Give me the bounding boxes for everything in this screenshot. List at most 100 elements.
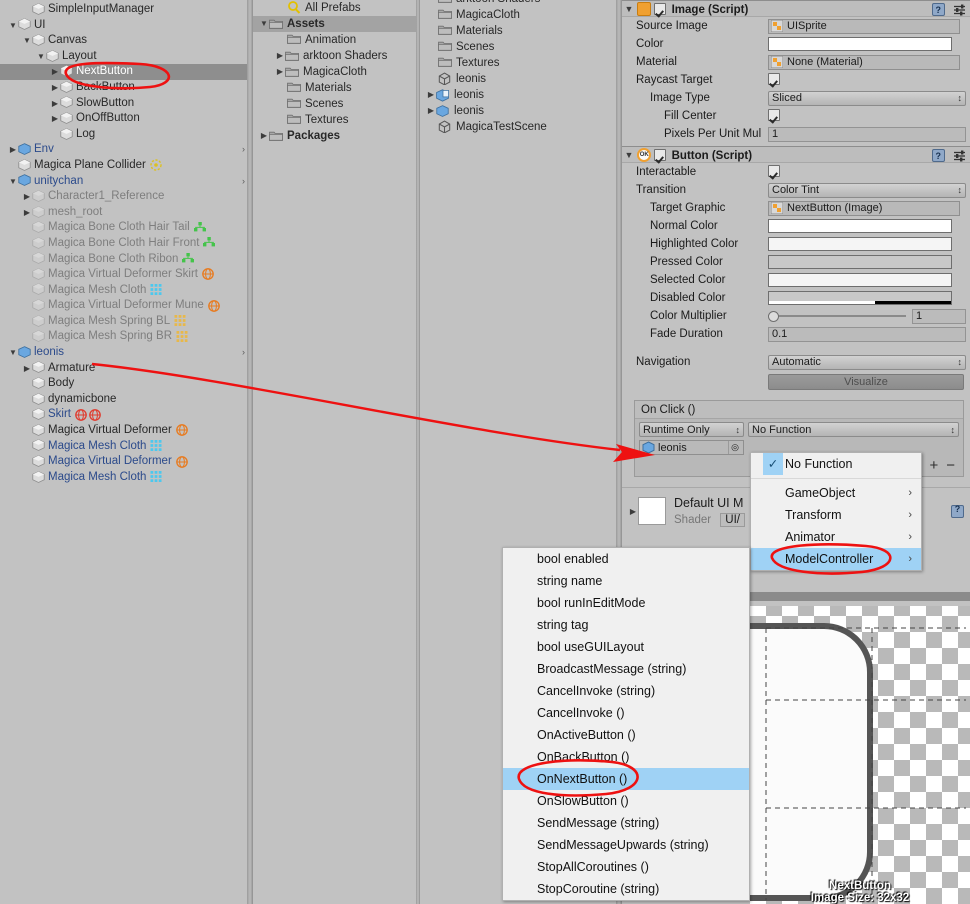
material-help-icon[interactable] (951, 504, 964, 518)
project-row[interactable]: ▶ Packages (253, 128, 416, 144)
field-text[interactable]: 0.1 (768, 326, 966, 342)
member-menu-item[interactable]: CancelInvoke (string) (503, 680, 749, 702)
project-tree-panel[interactable]: All Prefabs ▼ Assets Animation ▶ arktoon Shad… (253, 0, 416, 904)
member-menu-item[interactable]: OnBackButton () (503, 746, 749, 768)
inspector-field-row[interactable]: Navigation Automatic (622, 353, 970, 371)
member-menu-item[interactable]: StopCoroutine (string) (503, 878, 749, 900)
hierarchy-row[interactable]: ▶Body (0, 376, 247, 392)
on-click-object-field[interactable]: leonis ◎ (639, 440, 744, 455)
project-row[interactable]: arktoon Shaders (420, 0, 616, 7)
field-popup[interactable]: Color Tint (768, 181, 966, 199)
chevron-right-icon[interactable]: ▶ (275, 48, 285, 64)
project-row[interactable]: ▶ arktoon Shaders (253, 48, 416, 64)
member-menu-item[interactable]: OnSlowButton () (503, 790, 749, 812)
member-submenu[interactable]: bool enabled string name bool runInEditMod… (502, 547, 750, 901)
chevron-down-icon[interactable]: ▼ (8, 345, 18, 361)
inspector-field-row[interactable]: Pixels Per Unit Mul 1 (622, 125, 970, 143)
hierarchy-row[interactable]: ▶ Character1_Reference (0, 189, 247, 205)
inspector-field-row[interactable]: Raycast Target (622, 71, 970, 89)
function-dropdown-menu[interactable]: ✓ No Function GameObject › Transform › Animato… (750, 452, 922, 571)
hierarchy-row[interactable]: ▶Magica Mesh Cloth (0, 470, 247, 486)
hierarchy-row[interactable]: ▶ SlowButton (0, 96, 247, 112)
chevron-right-icon[interactable]: ▶ (22, 361, 32, 377)
member-menu-item[interactable]: SendMessageUpwards (string) (503, 834, 749, 856)
inspector-field-row[interactable]: Image Type Sliced (622, 89, 970, 107)
color-swatch[interactable] (768, 273, 952, 287)
color-swatch-alpha[interactable] (768, 291, 952, 305)
hierarchy-overflow-chevron[interactable]: › (242, 345, 245, 361)
hierarchy-row[interactable]: ▼ leonis › (0, 345, 247, 361)
hierarchy-overflow-chevron[interactable]: › (242, 142, 245, 158)
project-row[interactable]: MagicaTestScene (420, 119, 616, 135)
inspector-field-row[interactable]: Transition Color Tint (622, 181, 970, 199)
hierarchy-row[interactable]: ▶ Env › (0, 142, 247, 158)
member-menu-item[interactable]: OnActiveButton () (503, 724, 749, 746)
hierarchy-row[interactable]: ▶Log (0, 127, 247, 143)
hierarchy-row[interactable]: ▶ mesh_root (0, 205, 247, 221)
image-enabled-checkbox[interactable] (654, 2, 667, 15)
inspector-field-row[interactable]: Color Multiplier 1 (622, 307, 970, 325)
chevron-down-icon[interactable]: ▼ (36, 49, 46, 65)
inspector-field-row[interactable]: Source Image UISprite (622, 17, 970, 35)
project-row[interactable]: ▶ leonis (420, 103, 616, 119)
hierarchy-row[interactable]: ▼ Canvas (0, 33, 247, 49)
visualize-button[interactable]: Visualize (768, 374, 964, 390)
chevron-right-icon[interactable]: ▶ (259, 128, 269, 144)
function-menu-item[interactable]: ✓ No Function (751, 453, 921, 475)
help-icon[interactable] (931, 2, 945, 19)
hierarchy-row[interactable]: ▼ unitychan › (0, 174, 247, 190)
member-menu-item[interactable]: bool useGUILayout (503, 636, 749, 658)
color-swatch[interactable] (768, 237, 952, 251)
inspector-field-row[interactable]: Interactable (622, 163, 970, 181)
hierarchy-row[interactable]: ▶Magica Bone Cloth Hair Front (0, 236, 247, 252)
chevron-right-icon[interactable]: ▶ (50, 96, 60, 112)
chevron-right-icon[interactable]: ▶ (275, 64, 285, 80)
project-row[interactable]: ▼ Assets (253, 16, 416, 32)
color-swatch[interactable] (768, 255, 952, 269)
member-menu-item[interactable]: StopAllCoroutines () (503, 856, 749, 878)
field-popup[interactable]: Sliced (768, 89, 966, 107)
preview-splitter[interactable] (750, 592, 970, 601)
help-icon-button[interactable] (931, 148, 945, 165)
material-expand-chevron[interactable]: ▶ (628, 507, 638, 516)
inspector-field-row[interactable]: Fill Center (622, 107, 970, 125)
hierarchy-row[interactable]: ▶Magica Virtual Deformer (0, 454, 247, 470)
hierarchy-row[interactable]: ▶Magica Mesh Spring BR (0, 329, 247, 345)
function-menu-item[interactable]: GameObject › (751, 482, 921, 504)
preset-icon[interactable] (953, 4, 966, 16)
on-click-runtime-popup[interactable]: Runtime Only (639, 422, 744, 437)
hierarchy-row[interactable]: ▶Magica Plane Collider (0, 158, 247, 174)
color-swatch[interactable] (768, 219, 952, 233)
hierarchy-row[interactable]: ▼ UI (0, 18, 247, 34)
chevron-right-icon[interactable]: ▶ (426, 103, 436, 119)
project-row[interactable]: ▶ leonis (420, 87, 616, 103)
member-menu-item[interactable]: bool runInEditMode (503, 592, 749, 614)
inspector-field-row[interactable]: Normal Color (622, 217, 970, 235)
hierarchy-row[interactable]: ▶ BackButton (0, 80, 247, 96)
project-row[interactable]: Textures (253, 112, 416, 128)
object-picker-icon[interactable]: ◎ (728, 441, 741, 454)
hierarchy-row[interactable]: ▶Magica Virtual Deformer (0, 423, 247, 439)
field-text[interactable]: 1 (768, 126, 966, 142)
chevron-down-icon[interactable]: ▼ (8, 18, 18, 34)
field-slider[interactable] (768, 309, 906, 323)
member-menu-item[interactable]: string tag (503, 614, 749, 636)
shader-value[interactable]: UI/ (720, 512, 745, 527)
field-checkbox[interactable] (768, 73, 780, 85)
project-row[interactable]: Textures (420, 55, 616, 71)
member-menu-item[interactable]: OnNextButton () (503, 768, 749, 790)
project-row[interactable]: ▶ MagicaCloth (253, 64, 416, 80)
component-header-icons-button[interactable] (931, 148, 966, 165)
chevron-right-icon[interactable]: ▶ (50, 111, 60, 127)
chevron-right-icon[interactable]: ▶ (426, 87, 436, 103)
color-swatch[interactable] (768, 37, 952, 51)
inspector-field-row[interactable]: Target Graphic NextButton (Image) (622, 199, 970, 217)
project-row[interactable]: leonis (420, 71, 616, 87)
hierarchy-row[interactable]: ▶Magica Bone Cloth Ribon (0, 252, 247, 268)
inspector-field-row[interactable]: Material None (Material) (622, 53, 970, 71)
chevron-right-icon[interactable]: ▶ (50, 80, 60, 96)
field-checkbox[interactable] (768, 109, 780, 121)
chevron-down-icon[interactable]: ▼ (22, 33, 32, 49)
member-menu-item[interactable]: SendMessage (string) (503, 812, 749, 834)
member-menu-item[interactable]: bool enabled (503, 548, 749, 570)
